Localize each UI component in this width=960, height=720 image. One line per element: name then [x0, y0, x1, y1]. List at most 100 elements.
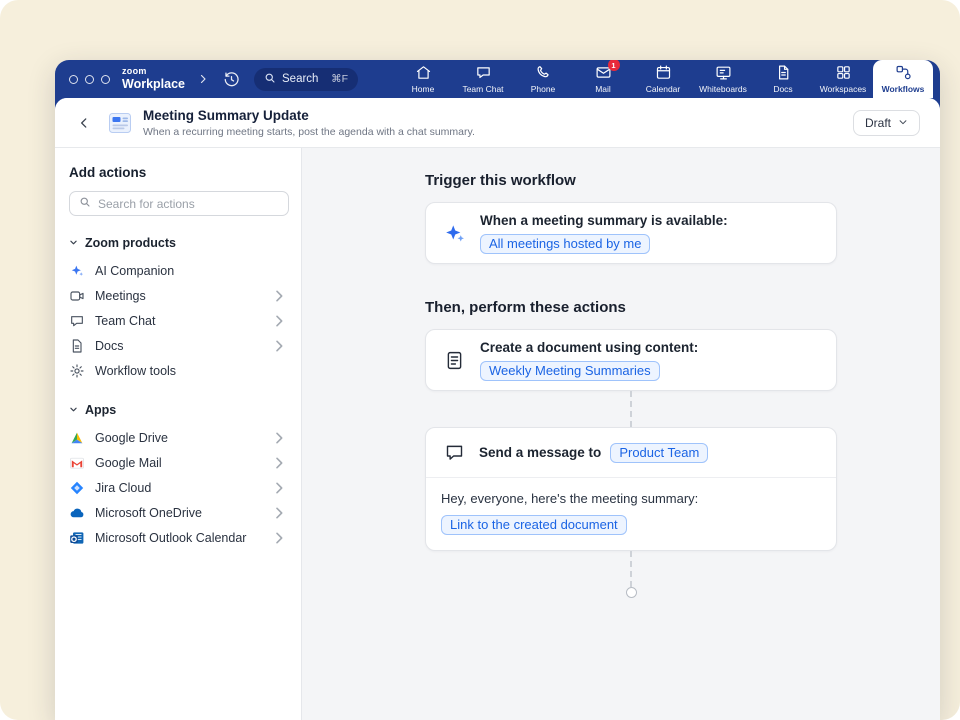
mail-unread-badge: 1 [608, 60, 620, 71]
history-icon[interactable] [223, 71, 240, 88]
message-target-chip[interactable]: Product Team [610, 443, 708, 463]
sidebar-item-workflow-tools[interactable]: Workflow tools [69, 358, 289, 383]
sidebar-item-jira-cloud[interactable]: Jira Cloud [69, 475, 289, 500]
chevron-right-icon [271, 430, 289, 446]
sidebar-item-microsoft-onedrive[interactable]: Microsoft OneDrive [69, 500, 289, 525]
nav-item-workflows[interactable]: Workflows [873, 60, 933, 98]
nav-item-more[interactable]: More [933, 60, 940, 98]
sidebar-item-docs[interactable]: Docs [69, 333, 289, 358]
meetings-icon [69, 288, 85, 304]
create-document-card-content: Create a document using content: Weekly … [480, 340, 698, 381]
outlook-calendar-icon [69, 530, 85, 546]
trigger-scope-chip[interactable]: All meetings hosted by me [480, 234, 650, 254]
chevron-right-icon[interactable] [197, 73, 209, 85]
window-control-dot[interactable] [69, 75, 78, 84]
sidebar-item-microsoft-outlook-calendar[interactable]: Microsoft Outlook Calendar [69, 525, 289, 550]
connector-line [630, 391, 632, 427]
message-body-section: Hey, everyone, here's the meeting summar… [426, 478, 836, 550]
content-panel: Meeting Summary Update When a recurring … [55, 98, 940, 720]
actions-heading: Then, perform these actions [425, 299, 837, 316]
window-control-dot[interactable] [85, 75, 94, 84]
phone-icon [535, 64, 552, 81]
workflow-tools-icon [69, 363, 85, 379]
message-link-chip[interactable]: Link to the created document [441, 515, 627, 535]
actions-search-input[interactable] [98, 197, 279, 211]
sidebar-item-meetings[interactable]: Meetings [69, 283, 289, 308]
caret-down-icon [69, 236, 78, 250]
zoom-workplace-window: zoom Workplace Search ⌘F [55, 60, 940, 720]
nav-item-calendar[interactable]: Calendar [633, 60, 693, 98]
whiteboards-icon [715, 64, 732, 81]
google-drive-icon [69, 430, 85, 446]
nav-item-docs[interactable]: Docs [753, 60, 813, 98]
search-icon [79, 195, 91, 213]
send-message-card[interactable]: Send a message to Product Team Hey, ever… [425, 427, 837, 551]
navbar-left-cluster: zoom Workplace Search ⌘F [55, 60, 358, 98]
section-apps[interactable]: Apps [69, 403, 289, 417]
nav-item-team-chat[interactable]: Team Chat [453, 60, 513, 98]
search-shortcut: ⌘F [331, 73, 348, 85]
trigger-card-content: When a meeting summary is available: All… [480, 213, 728, 254]
top-navbar: zoom Workplace Search ⌘F [55, 60, 940, 98]
search-icon [264, 72, 276, 87]
create-document-label: Create a document using content: [480, 340, 698, 355]
nav-item-whiteboards[interactable]: Whiteboards [693, 60, 753, 98]
mail-icon: 1 [595, 64, 612, 81]
actions-search-field[interactable] [69, 191, 289, 216]
sidebar-title: Add actions [69, 165, 289, 180]
status-label: Draft [865, 116, 891, 130]
document-content-chip[interactable]: Weekly Meeting Summaries [480, 361, 660, 381]
workflow-column: Trigger this workflow When a meeting sum… [425, 172, 837, 598]
chevron-right-icon [271, 338, 289, 354]
team-chat-icon [69, 313, 85, 329]
trigger-card[interactable]: When a meeting summary is available: All… [425, 202, 837, 264]
search-input[interactable]: Search ⌘F [254, 68, 358, 91]
workflows-icon [895, 64, 912, 81]
send-message-row: Send a message to Product Team [479, 443, 708, 463]
nav-item-workspaces[interactable]: Workspaces [813, 60, 873, 98]
home-icon [415, 64, 432, 81]
window-control-dot[interactable] [101, 75, 110, 84]
chevron-right-icon [271, 530, 289, 546]
search-label: Search [282, 73, 318, 85]
onedrive-icon [69, 505, 85, 521]
workflow-canvas: Trigger this workflow When a meeting sum… [302, 148, 940, 720]
chevron-right-icon [271, 313, 289, 329]
window-controls[interactable] [69, 75, 110, 84]
workflow-document-icon [107, 112, 133, 134]
trigger-card-label: When a meeting summary is available: [480, 213, 728, 228]
body-row: Add actions Zoom products [55, 148, 940, 720]
sidebar-item-google-drive[interactable]: Google Drive [69, 425, 289, 450]
chevron-right-icon [271, 288, 289, 304]
google-mail-icon [69, 455, 85, 471]
sidebar-item-ai-companion[interactable]: AI Companion [69, 258, 289, 283]
ai-sparkle-icon [441, 221, 467, 246]
sidebar-item-team-chat[interactable]: Team Chat [69, 308, 289, 333]
jira-cloud-icon [69, 480, 85, 496]
add-step-node[interactable] [626, 587, 637, 598]
create-document-card[interactable]: Create a document using content: Weekly … [425, 329, 837, 391]
sidebar-item-google-mail[interactable]: Google Mail [69, 450, 289, 475]
calendar-icon [655, 64, 672, 81]
screenshot-root: zoom Workplace Search ⌘F [0, 0, 960, 720]
nav-item-mail[interactable]: 1 Mail [573, 60, 633, 98]
workflow-titles: Meeting Summary Update When a recurring … [143, 108, 475, 138]
workflow-header: Meeting Summary Update When a recurring … [55, 98, 940, 148]
docs-icon [775, 64, 792, 81]
back-button[interactable] [77, 116, 91, 130]
message-body-text: Hey, everyone, here's the meeting summar… [441, 491, 821, 506]
send-message-label: Send a message to [479, 445, 601, 460]
add-actions-sidebar: Add actions Zoom products [55, 148, 302, 720]
ai-companion-icon [69, 263, 85, 279]
chevron-right-icon [271, 455, 289, 471]
logo-zoom-text: zoom [122, 67, 185, 76]
navbar-tabs: Home Team Chat Phone [393, 60, 940, 98]
status-dropdown[interactable]: Draft [853, 110, 920, 136]
chevron-right-icon [271, 505, 289, 521]
nav-item-phone[interactable]: Phone [513, 60, 573, 98]
workflow-subtitle: When a recurring meeting starts, post th… [143, 126, 475, 138]
section-zoom-products[interactable]: Zoom products [69, 236, 289, 250]
nav-item-home[interactable]: Home [393, 60, 453, 98]
caret-down-icon [69, 403, 78, 417]
team-chat-icon [475, 64, 492, 81]
